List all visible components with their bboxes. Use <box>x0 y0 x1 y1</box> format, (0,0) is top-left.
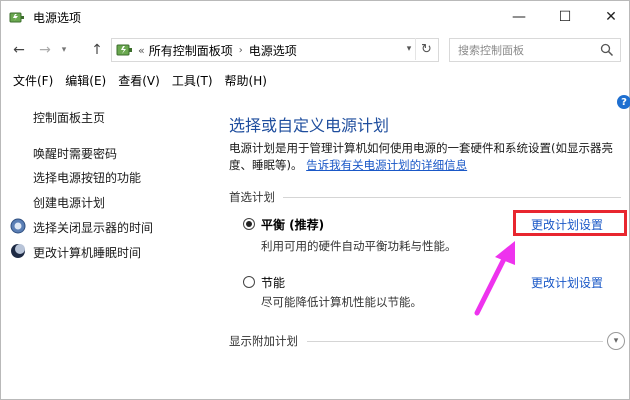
title-bar: 电源选项 — ☐ ✕ <box>1 1 629 33</box>
control-panel-icon <box>116 44 132 56</box>
moon-icon <box>11 244 25 258</box>
sidebar-item-control-panel-home[interactable]: 控制面板主页 <box>33 109 105 126</box>
show-additional-plans-label[interactable]: 显示附加计划 <box>229 333 298 349</box>
annotation-highlight-box <box>513 210 627 236</box>
breadcrumb-overflow-icon[interactable]: « <box>138 44 145 57</box>
breadcrumb-power-options[interactable]: 电源选项 <box>249 42 297 59</box>
recent-locations-chevron-icon[interactable]: ▾ <box>57 39 71 61</box>
breadcrumb-all-control-panel-items[interactable]: 所有控制面板项 <box>149 42 233 59</box>
navigation-bar: ← → ▾ ↑ « 所有控制面板项 › 电源选项 ▾ ↻ <box>1 37 629 63</box>
annotation-arrow-icon <box>474 241 515 316</box>
search-input[interactable] <box>450 43 590 57</box>
menu-view[interactable]: 查看(V) <box>112 69 166 91</box>
plan-balanced-description: 利用可用的硬件自动平衡功耗与性能。 <box>261 239 457 253</box>
address-bar[interactable]: « 所有控制面板项 › 电源选项 <box>111 38 439 62</box>
search-icon[interactable] <box>600 43 614 57</box>
plan-power-saver-radio[interactable] <box>243 276 255 288</box>
page-title: 选择或自定义电源计划 <box>229 116 390 135</box>
plan-balanced-name[interactable]: 平衡 (推荐) <box>261 216 324 233</box>
monitor-icon <box>10 218 26 234</box>
change-plan-settings-power-saver-link[interactable]: 更改计划设置 <box>531 274 603 291</box>
forward-arrow-icon[interactable]: → <box>35 39 55 61</box>
refresh-icon[interactable]: ↻ <box>415 38 437 60</box>
plan-power-saver-description: 尽可能降低计算机性能以节能。 <box>261 295 422 309</box>
window-title: 电源选项 <box>33 11 82 25</box>
sidebar-item-change-sleep-time[interactable]: 更改计算机睡眠时间 <box>33 244 141 261</box>
plan-balanced-radio[interactable] <box>243 218 255 230</box>
expand-chevron-icon[interactable]: ▾ <box>607 332 625 350</box>
menu-file[interactable]: 文件(F) <box>1 69 59 91</box>
help-icon[interactable]: ? <box>617 95 630 109</box>
sidebar-item-turn-off-display-time[interactable]: 选择关闭显示器的时间 <box>33 219 153 236</box>
minimize-button[interactable]: — <box>497 1 541 33</box>
page-description: 电源计划是用于管理计算机如何使用电源的一套硬件和系统设置(如显示器亮度、睡眠等)… <box>229 140 619 174</box>
sidebar-item-require-password-on-wakeup[interactable]: 唤醒时需要密码 <box>33 145 117 162</box>
preferred-plans-label: 首选计划 <box>229 190 275 204</box>
sidebar-item-choose-power-button-function[interactable]: 选择电源按钮的功能 <box>33 169 141 186</box>
section-divider <box>283 197 621 198</box>
menu-bar: 文件(F) 编辑(E) 查看(V) 工具(T) 帮助(H) <box>1 69 629 91</box>
menu-edit[interactable]: 编辑(E) <box>59 69 112 91</box>
learn-more-link[interactable]: 告诉我有关电源计划的详细信息 <box>306 158 467 172</box>
menu-tools[interactable]: 工具(T) <box>166 69 219 91</box>
breadcrumb-separator-icon[interactable]: › <box>239 45 243 56</box>
up-arrow-icon[interactable]: ↑ <box>87 39 107 61</box>
sidebar-item-create-power-plan[interactable]: 创建电源计划 <box>33 194 105 211</box>
back-arrow-icon[interactable]: ← <box>9 39 29 61</box>
power-options-window: 电源选项 — ☐ ✕ ← → ▾ ↑ « 所有控制面板项 › 电源选项 ▾ ↻ <box>0 0 630 400</box>
plan-power-saver-name[interactable]: 节能 <box>261 274 285 291</box>
close-button[interactable]: ✕ <box>589 1 630 33</box>
left-navigation-panel: 控制面板主页 唤醒时需要密码 选择电源按钮的功能 创建电源计划 选择关闭显示器的… <box>1 97 211 397</box>
additional-plans-divider <box>307 341 603 342</box>
power-options-icon <box>9 12 24 23</box>
search-box[interactable] <box>449 38 621 62</box>
maximize-button[interactable]: ☐ <box>543 1 587 33</box>
menu-help[interactable]: 帮助(H) <box>219 69 273 91</box>
